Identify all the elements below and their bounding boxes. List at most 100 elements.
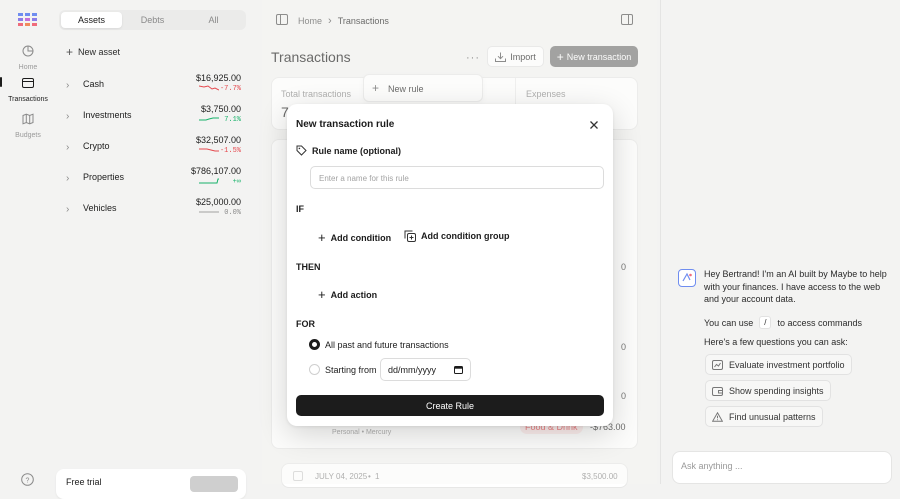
command-key: / <box>759 316 772 329</box>
svg-text:?: ? <box>26 477 30 484</box>
nav-home[interactable]: Home <box>0 40 56 71</box>
map-icon <box>17 108 39 130</box>
add-condition-group-label: Add condition group <box>421 231 510 241</box>
account-value: $25,000.00 <box>195 197 241 207</box>
radio-all-transactions[interactable]: All past and future transactions <box>309 339 449 350</box>
credit-card-icon <box>17 72 39 94</box>
commands-post: to access commands <box>777 317 862 328</box>
account-change: -7.7% <box>219 85 241 93</box>
date-placeholder: dd/mm/yyyy <box>388 364 437 375</box>
suggestion-evaluate-portfolio[interactable]: Evaluate investment portfolio <box>705 354 852 375</box>
account-row-crypto[interactable]: › Crypto $32,507.00 -1.5% <box>56 135 246 168</box>
nav-transactions-label: Transactions <box>8 96 48 103</box>
free-trial-card: Free trial <box>56 469 246 499</box>
account-name: Properties <box>83 172 125 182</box>
account-name: Cash <box>83 79 105 89</box>
then-label: THEN <box>296 262 321 272</box>
app-logo[interactable] <box>18 13 37 27</box>
suggestion-label: Find unusual patterns <box>729 411 816 422</box>
account-row-cash[interactable]: › Cash $16,925.00 -7.7% <box>56 73 246 106</box>
alert-triangle-icon <box>712 411 723 422</box>
new-asset-button[interactable]: + New asset <box>66 45 120 59</box>
suggestion-spending-insights[interactable]: Show spending insights <box>705 380 831 401</box>
trial-upgrade-button[interactable] <box>190 476 238 492</box>
account-value: $3,750.00 <box>200 104 241 114</box>
account-row-properties[interactable]: › Properties $786,107.00 +∞ <box>56 166 246 199</box>
sparkline <box>199 85 219 91</box>
help-icon[interactable]: ? <box>21 473 34 486</box>
ai-avatar-icon <box>678 269 696 287</box>
create-rule-button[interactable]: Create Rule <box>296 395 604 416</box>
wallet-icon <box>712 386 723 396</box>
new-asset-label: New asset <box>78 47 121 57</box>
account-value: $32,507.00 <box>195 135 241 145</box>
chart-icon <box>712 359 723 370</box>
tab-all[interactable]: All <box>183 12 244 28</box>
questions-label: Here's a few questions you can ask: <box>704 337 848 347</box>
rule-name-label: Rule name (optional) <box>296 145 401 156</box>
nav-home-label: Home <box>18 64 38 71</box>
nav-budgets-label: Budgets <box>15 132 41 139</box>
rule-name-label-text: Rule name (optional) <box>312 145 402 156</box>
suggestion-label: Evaluate investment portfolio <box>729 359 845 370</box>
account-name: Vehicles <box>83 203 117 213</box>
sparkline <box>199 178 219 184</box>
account-row-vehicles[interactable]: › Vehicles $25,000.00 0.0% <box>56 197 246 230</box>
radio-starting-from[interactable]: Starting from <box>309 364 377 375</box>
account-value: $786,107.00 <box>190 166 241 176</box>
account-change: 0.0% <box>224 209 241 217</box>
radio-start-label: Starting from <box>325 364 377 375</box>
chevron-right-icon: › <box>66 142 70 153</box>
radio-all-label: All past and future transactions <box>325 339 449 350</box>
chevron-right-icon: › <box>66 80 70 91</box>
rule-name-input[interactable]: Enter a name for this rule <box>310 166 604 189</box>
home-icon <box>17 40 39 62</box>
calendar-icon[interactable] <box>454 365 463 374</box>
tab-assets[interactable]: Assets <box>61 12 122 28</box>
accounts-sidebar: Assets Debts All + New asset › Cash $16,… <box>56 0 258 499</box>
copy-plus-icon <box>404 230 416 242</box>
account-change: +∞ <box>232 178 241 186</box>
radio-indicator <box>309 339 320 350</box>
account-change: 7.1% <box>224 116 241 124</box>
sparkline <box>199 117 219 121</box>
suggestion-label: Show spending insights <box>729 385 824 396</box>
new-rule-modal: New transaction rule Rule name (optional… <box>287 104 613 426</box>
plus-icon: + <box>318 230 326 245</box>
nav-budgets[interactable]: Budgets <box>0 108 56 139</box>
add-condition-label: Add condition <box>330 232 392 243</box>
chat-intro-message: Hey Bertrand! I'm an AI built by Maybe t… <box>704 269 887 304</box>
add-condition-group-button[interactable]: Add condition group <box>404 230 509 242</box>
account-change: -1.5% <box>219 147 241 155</box>
close-icon[interactable] <box>587 118 601 132</box>
sparkline <box>199 148 219 152</box>
modal-title: New transaction rule <box>296 119 395 130</box>
suggestion-unusual-patterns[interactable]: Find unusual patterns <box>705 406 823 427</box>
account-value: $16,925.00 <box>195 73 241 83</box>
app-nav: Home Transactions Budgets ? <box>0 0 56 486</box>
tab-debts[interactable]: Debts <box>122 12 183 28</box>
chevron-right-icon: › <box>66 173 70 184</box>
add-action-label: Add action <box>330 289 378 300</box>
chevron-right-icon: › <box>66 204 70 215</box>
plus-icon: + <box>318 287 326 302</box>
commands-pre: You can use <box>704 317 754 328</box>
chat-input[interactable]: Ask anything ... <box>672 451 892 484</box>
nav-transactions[interactable]: Transactions <box>0 72 56 103</box>
tag-icon <box>296 145 307 156</box>
commands-hint: You can use / to access commands <box>704 316 862 329</box>
chevron-right-icon: › <box>66 111 70 122</box>
add-condition-button[interactable]: + Add condition <box>318 230 391 245</box>
ai-chat-panel: Hey Bertrand! I'm an AI built by Maybe t… <box>660 0 900 484</box>
account-row-investments[interactable]: › Investments $3,750.00 7.1% <box>56 104 246 137</box>
add-action-button[interactable]: + Add action <box>318 287 377 302</box>
account-name: Crypto <box>83 141 110 151</box>
sparkline <box>199 211 219 213</box>
account-type-tabs: Assets Debts All <box>59 10 246 30</box>
if-label: IF <box>296 204 304 214</box>
for-label: FOR <box>296 319 315 329</box>
start-date-input[interactable]: dd/mm/yyyy <box>380 358 471 381</box>
free-trial-label: Free trial <box>66 477 102 487</box>
radio-indicator <box>309 364 320 375</box>
account-name: Investments <box>83 110 132 120</box>
